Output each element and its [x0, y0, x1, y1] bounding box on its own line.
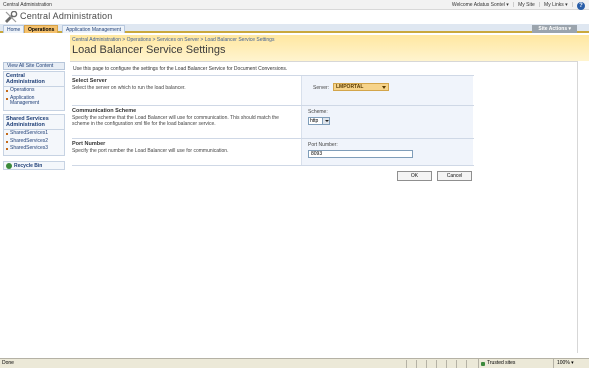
- section-communication-scheme: Communication Scheme Specify the scheme …: [72, 105, 474, 138]
- tab-home[interactable]: Home: [3, 25, 25, 33]
- my-links-menu[interactable]: My Links ▾: [544, 0, 568, 10]
- welcome-menu[interactable]: Welcome Adatus Sontel ▾: [452, 0, 509, 10]
- status-segment: [466, 360, 474, 368]
- trusted-sites-icon: [481, 362, 485, 366]
- status-segment: [416, 360, 424, 368]
- nav-item-sharedservices1[interactable]: SharedServices1: [4, 130, 64, 138]
- section-title: Communication Scheme: [72, 108, 137, 114]
- nav-section-shared-services: Shared Services Administration SharedSer…: [3, 114, 65, 156]
- server-label: Server:: [313, 85, 330, 91]
- chevron-down-icon: [322, 118, 329, 124]
- section-description: Specify the scheme that the Load Balance…: [72, 115, 279, 127]
- zone-label: Trusted sites: [487, 360, 516, 366]
- recycle-bin-link[interactable]: Recycle Bin: [3, 161, 65, 170]
- port-label: Port Number:: [308, 142, 338, 148]
- top-nav: Home Operations Application Management S…: [0, 24, 589, 33]
- site-name: Central Administration: [3, 2, 52, 8]
- recycle-bin-label: Recycle Bin: [14, 163, 43, 169]
- breadcrumb[interactable]: Central Administration > Operations > Se…: [72, 37, 274, 43]
- scheme-select[interactable]: http: [308, 117, 330, 125]
- cancel-button[interactable]: Cancel: [437, 171, 472, 181]
- nav-item-operations[interactable]: Operations: [4, 87, 64, 95]
- status-text: Done: [2, 360, 14, 366]
- section-title: Select Server: [72, 78, 107, 84]
- nav-section-title[interactable]: Central Administration: [4, 72, 64, 87]
- page-title-area: Central Administration > Operations > Se…: [70, 35, 589, 61]
- section-description: Select the server on which to run the lo…: [72, 85, 186, 91]
- status-segment: [436, 360, 444, 368]
- main-content: Use this page to configure the settings …: [70, 61, 578, 353]
- server-panel: Server: LMPORTAL: [301, 76, 473, 105]
- site-header: Central Administration: [0, 10, 589, 24]
- help-icon[interactable]: ?: [577, 1, 585, 10]
- scheme-panel: Scheme: http: [301, 106, 473, 138]
- status-segment: [456, 360, 464, 368]
- scheme-value: http: [310, 118, 319, 124]
- nav-item-sharedservices3[interactable]: SharedServices3: [4, 145, 64, 153]
- section-title: Port Number: [72, 141, 106, 147]
- user-links: Welcome Adatus Sontel ▾ | My Site | My L…: [452, 0, 585, 10]
- site-title[interactable]: Central Administration: [20, 11, 112, 21]
- intro-text: Use this page to configure the settings …: [73, 66, 288, 72]
- port-number-input[interactable]: 8093: [308, 150, 413, 158]
- recycle-bin-icon: [6, 163, 12, 169]
- ok-button[interactable]: OK: [397, 171, 432, 181]
- page-title: Load Balancer Service Settings: [72, 44, 226, 56]
- section-select-server: Select Server Select the server on which…: [72, 75, 474, 105]
- top-bar: Central Administration Welcome Adatus So…: [0, 0, 589, 10]
- view-all-site-content-link[interactable]: View All Site Content: [3, 62, 65, 70]
- chevron-down-icon: [382, 86, 386, 89]
- my-site-link[interactable]: My Site: [518, 0, 535, 10]
- status-segment: [406, 360, 414, 368]
- nav-section-central-admin: Central Administration Operations Applic…: [3, 71, 65, 111]
- tab-operations[interactable]: Operations: [24, 25, 59, 33]
- server-value: LMPORTAL: [336, 84, 364, 90]
- security-zone[interactable]: Trusted sites: [478, 359, 515, 368]
- site-actions-menu[interactable]: Site Actions ▾: [532, 25, 577, 33]
- server-select[interactable]: LMPORTAL: [333, 83, 389, 91]
- left-nav: View All Site Content Central Administra…: [0, 35, 68, 355]
- status-segment: [446, 360, 454, 368]
- nav-item-sharedservices2[interactable]: SharedServices2: [4, 138, 64, 146]
- status-bar: Done Trusted sites 100% ▾: [0, 358, 589, 368]
- section-description: Specify the port number the Load Balance…: [72, 148, 229, 154]
- separator: |: [512, 2, 515, 8]
- nav-section-title[interactable]: Shared Services Administration: [4, 115, 64, 130]
- status-segment: [426, 360, 434, 368]
- section-port-number: Port Number Specify the port number the …: [72, 138, 474, 166]
- tab-application-management[interactable]: Application Management: [62, 25, 126, 33]
- separator: |: [538, 2, 541, 8]
- zoom-control[interactable]: 100% ▾: [553, 359, 574, 368]
- nav-item-application-management[interactable]: Application Management: [4, 95, 64, 108]
- scheme-label: Scheme:: [308, 109, 328, 115]
- port-panel: Port Number: 8093: [301, 139, 473, 165]
- separator: |: [571, 2, 573, 8]
- tools-icon: [5, 11, 18, 23]
